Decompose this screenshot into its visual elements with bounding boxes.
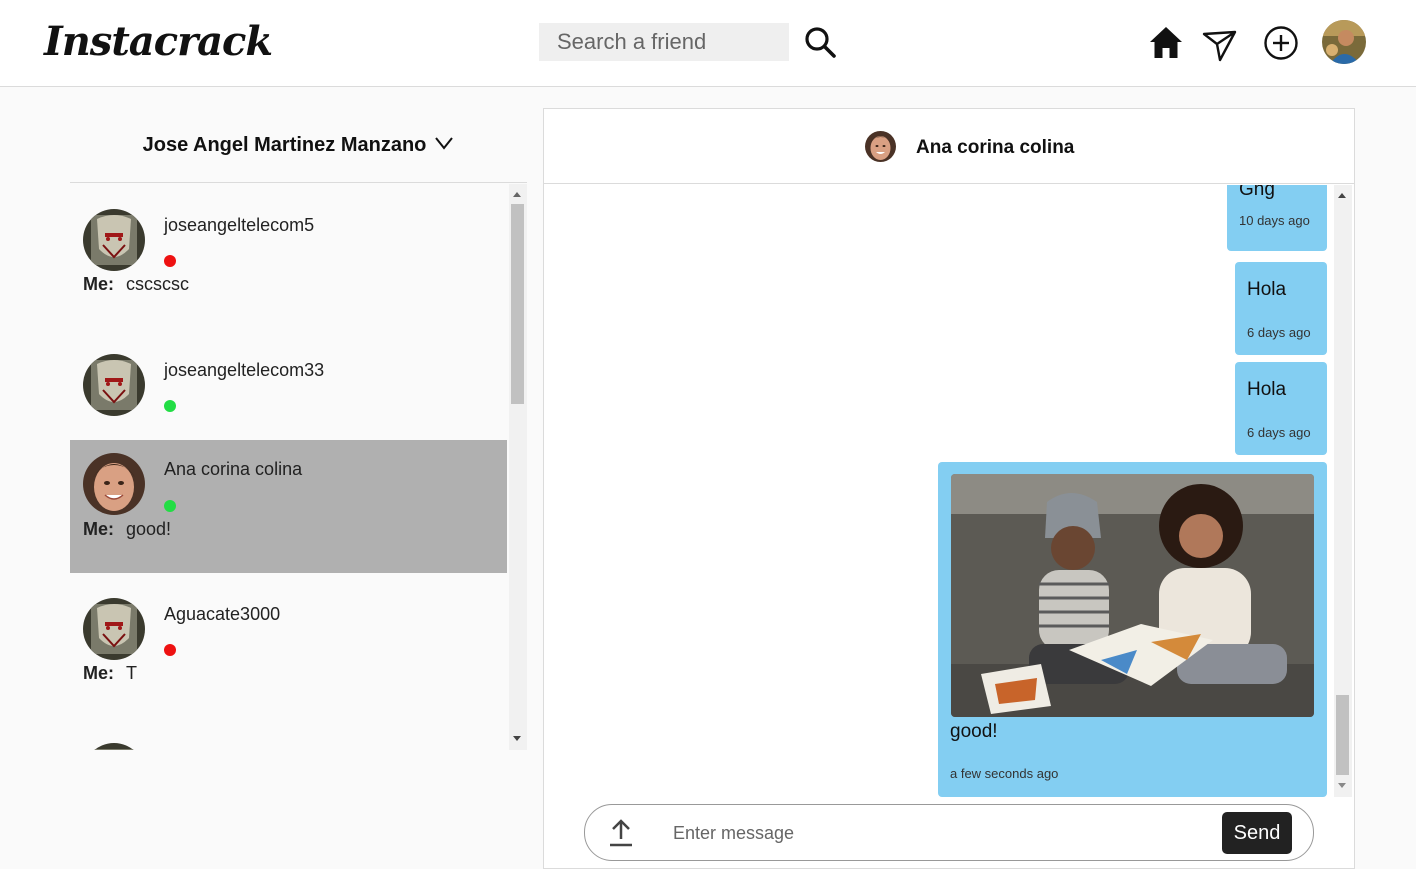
message-list-scrollbar[interactable] — [1334, 185, 1352, 797]
chat-header: Ana corina colina — [544, 109, 1354, 184]
message-list: Ghg 10 days ago Hola 6 days ago Hola 6 d… — [544, 185, 1334, 797]
app-logo[interactable]: Instacrack — [44, 18, 273, 65]
message-image[interactable] — [951, 474, 1314, 717]
home-icon[interactable] — [1147, 24, 1185, 62]
chat-panel: Ana corina colina Ghg 10 days ago Hola 6… — [543, 108, 1355, 869]
conversation-username: Ana corina colina — [164, 459, 303, 479]
plus-circle-icon[interactable] — [1262, 24, 1300, 62]
status-indicator — [164, 500, 176, 512]
message-text: Ghg — [1239, 185, 1275, 200]
search-icon[interactable] — [802, 24, 838, 60]
last-message: Me: good! — [83, 519, 171, 540]
message-bubble: good! a few seconds ago — [938, 462, 1327, 797]
scrollbar-thumb[interactable] — [511, 204, 524, 404]
conversation-list-scrollbar[interactable] — [509, 184, 527, 750]
message-time: 6 days ago — [1247, 425, 1311, 440]
last-message-text: cscscsc — [126, 274, 189, 294]
message-input[interactable] — [673, 815, 1213, 851]
top-navigation-bar: Instacrack — [0, 0, 1416, 87]
chevron-down-icon — [434, 136, 454, 155]
conversation-item[interactable] — [70, 718, 507, 750]
avatar[interactable] — [865, 131, 896, 162]
conversation-item-active[interactable]: Ana corina colina Me: good! — [70, 440, 507, 573]
account-name: Jose Angel Martinez Manzano — [142, 133, 427, 156]
conversation-username: joseangeltelecom5 — [164, 215, 315, 235]
avatar — [83, 209, 145, 271]
upload-icon[interactable] — [607, 817, 635, 849]
message-text: Hola — [1247, 279, 1287, 300]
conversation-username: joseangeltelecom33 — [164, 360, 325, 380]
conversation-item[interactable]: joseangeltelecom33 — [70, 329, 507, 440]
last-message-text: T — [126, 663, 137, 683]
me-label: Me: — [83, 519, 114, 539]
send-button[interactable]: Send — [1222, 812, 1292, 854]
message-bubble: Ghg 10 days ago — [1227, 185, 1327, 251]
last-message: Me: T — [83, 663, 137, 684]
message-text: Hola — [1247, 379, 1287, 400]
scroll-up-arrow-icon[interactable] — [1338, 193, 1346, 198]
scrollbar-thumb[interactable] — [1336, 695, 1349, 775]
message-text: good! — [950, 721, 998, 742]
conversation-username: Aguacate3000 — [164, 604, 281, 624]
conversation-list: joseangeltelecom5 Me: cscscsc joseangelte… — [70, 184, 507, 750]
message-time: a few seconds ago — [950, 766, 1059, 781]
avatar[interactable] — [1322, 20, 1366, 64]
message-composer: Send — [584, 804, 1314, 861]
scroll-down-arrow-icon[interactable] — [1338, 783, 1346, 788]
paper-plane-icon[interactable] — [1201, 24, 1239, 62]
message-bubble: Hola 6 days ago — [1235, 362, 1327, 455]
last-message-text: good! — [126, 519, 172, 539]
account-switcher[interactable]: Jose Angel Martinez Manzano — [70, 108, 527, 183]
message-time: 10 days ago — [1239, 213, 1310, 228]
message-time: 6 days ago — [1247, 325, 1311, 340]
avatar — [83, 743, 145, 750]
conversation-item[interactable]: Aguacate3000 Me: T — [70, 573, 507, 706]
status-indicator — [164, 644, 176, 656]
me-label: Me: — [83, 274, 114, 294]
last-message: Me: cscscsc — [83, 274, 189, 295]
status-indicator — [164, 255, 176, 267]
me-label: Me: — [83, 663, 114, 683]
scroll-up-arrow-icon[interactable] — [513, 192, 521, 197]
avatar — [83, 354, 145, 416]
status-indicator — [164, 400, 176, 412]
chat-contact-name[interactable]: Ana corina colina — [916, 137, 1074, 159]
avatar — [83, 598, 145, 660]
message-bubble: Hola 6 days ago — [1235, 262, 1327, 355]
search-input[interactable] — [539, 23, 789, 61]
scroll-down-arrow-icon[interactable] — [513, 736, 521, 741]
avatar — [83, 453, 145, 515]
conversation-item[interactable]: joseangeltelecom5 Me: cscscsc — [70, 184, 507, 317]
